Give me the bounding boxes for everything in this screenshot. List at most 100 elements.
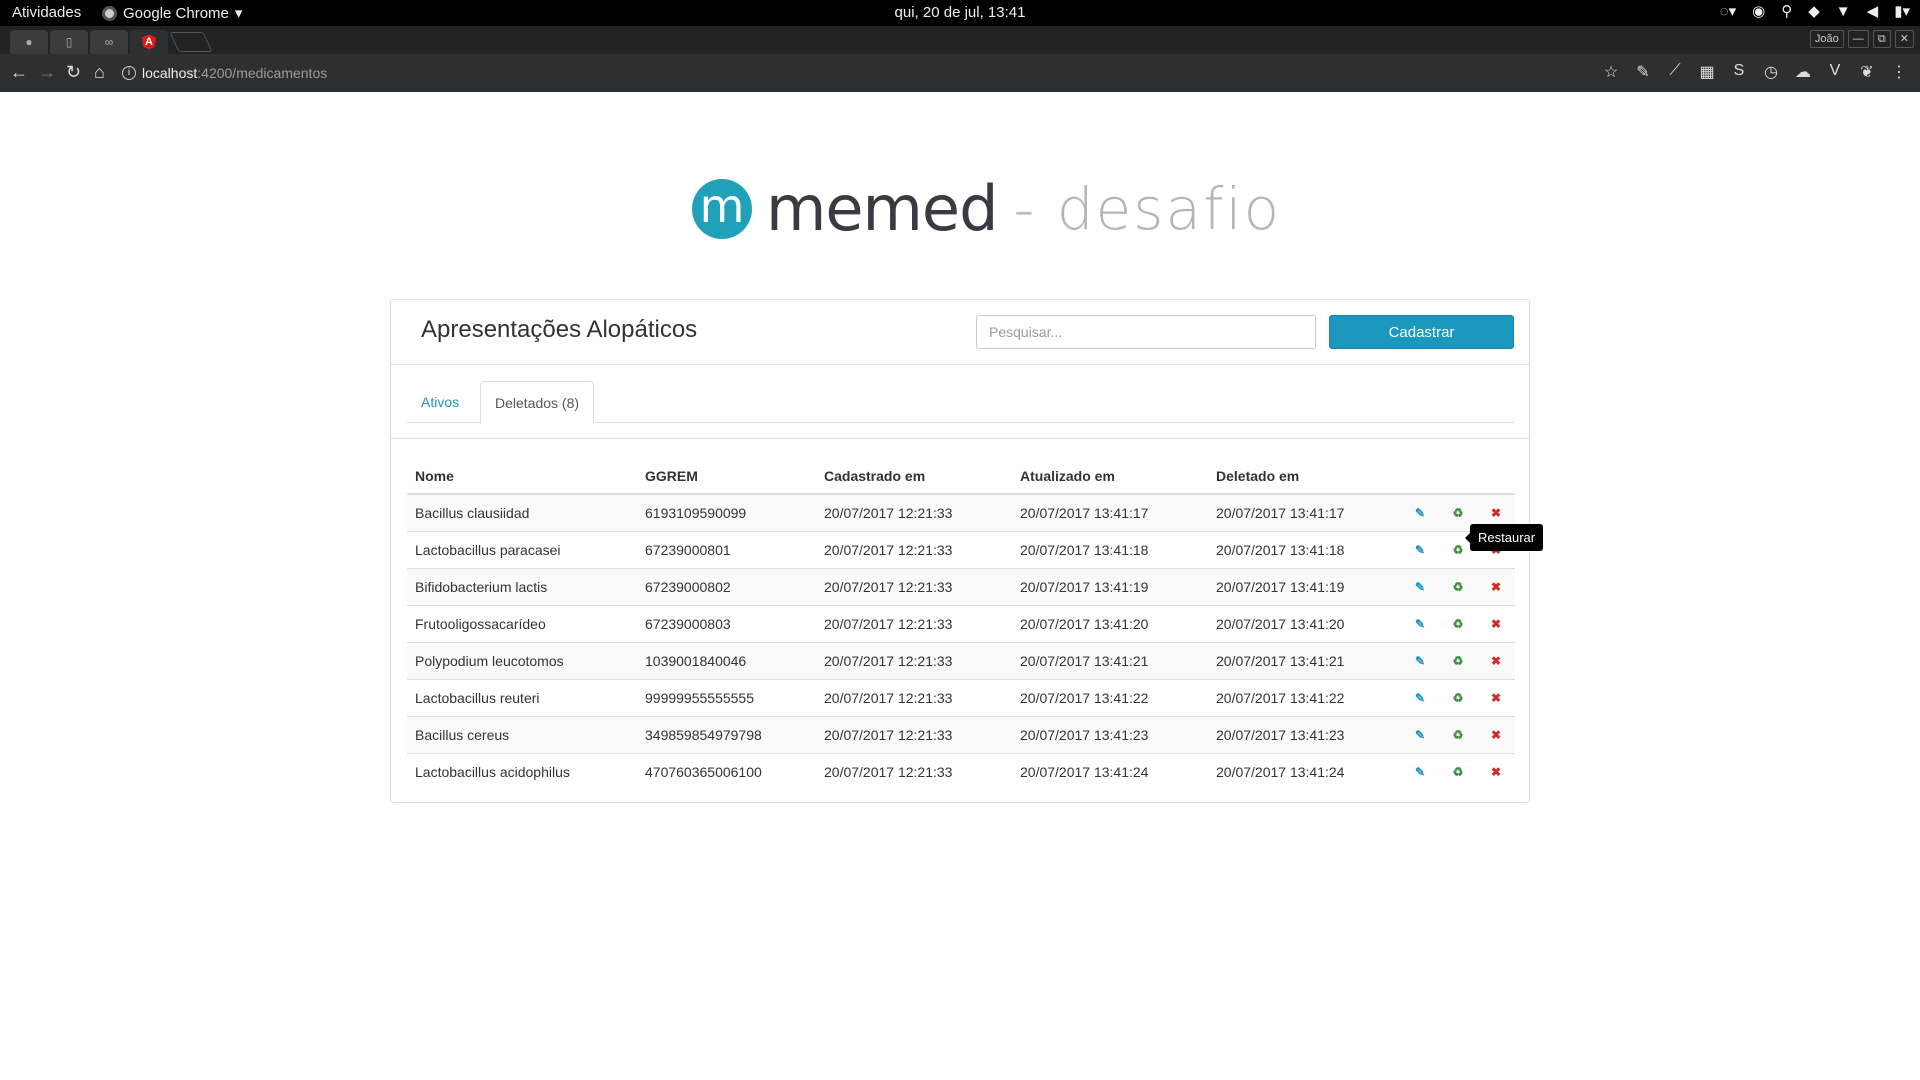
extension-clock-icon[interactable]: ◷ [1762, 62, 1780, 82]
cell-name: Frutooligossacarídeo [407, 604, 637, 642]
restore-action: ♻ [1439, 678, 1477, 716]
url-host: localhost [142, 65, 198, 81]
cell-ggrem: 67239000803 [637, 604, 816, 642]
profile-button[interactable]: João [1809, 30, 1844, 48]
extension-cloud-icon[interactable]: ☁ [1794, 62, 1812, 82]
edit-action: ✎ [1401, 752, 1439, 790]
tab-active[interactable]: Ativos [407, 381, 473, 424]
delete-action: ✖ [1477, 567, 1515, 605]
restore-icon[interactable]: ♻ [1451, 580, 1465, 594]
back-icon[interactable]: ← [10, 62, 28, 83]
edit-icon[interactable]: ✎ [1413, 543, 1427, 557]
delete-icon[interactable]: ✖ [1489, 580, 1503, 594]
chrome-tray-icon[interactable]: ◉ [1752, 2, 1765, 20]
restore-icon[interactable]: ♻ [1451, 691, 1465, 705]
address-bar[interactable]: i localhost:4200/medicamentos [122, 60, 1602, 86]
search-input[interactable] [976, 315, 1316, 349]
edit-action: ✎ [1401, 493, 1439, 531]
table-header-row: Nome GGREM Cadastrado em Atualizado em D… [407, 459, 1515, 495]
edit-icon[interactable]: ✎ [1413, 728, 1427, 742]
cell-deleted: 20/07/2017 13:41:17 [1208, 493, 1401, 531]
os-top-bar: Atividades Google Chrome ▾ qui, 20 de ju… [0, 0, 1920, 26]
github-icon: ● [25, 35, 33, 49]
edit-icon[interactable]: ✎ [1413, 617, 1427, 631]
delete-action: ✖ [1477, 604, 1515, 642]
system-tray[interactable]: ◌▾ ◉ ⚲ ◆ ▼ ◀ ▮▾ [1720, 2, 1910, 21]
medications-panel: Apresentações Alopáticos Cadastrar Ativo… [390, 299, 1530, 803]
restore-icon[interactable]: ♻ [1451, 765, 1465, 779]
table-row: Lactobacillus acidophilus 470760365006100… [407, 752, 1515, 790]
home-icon[interactable]: ⌂ [94, 62, 105, 83]
minimize-button[interactable]: — [1847, 30, 1869, 48]
network-icon[interactable]: ◆ [1808, 2, 1820, 20]
edit-icon[interactable]: ✎ [1413, 506, 1427, 520]
menu-icon[interactable]: ⋮ [1890, 62, 1908, 82]
extension-bar: ☆ ✎ ⟋ ▦ S ◷ ☁ V ❦ ⋮ [1602, 62, 1908, 82]
table-row: Bacillus clausiidad 6193109590099 20/07/20… [407, 493, 1515, 531]
restore-icon[interactable]: ♻ [1451, 728, 1465, 742]
delete-icon[interactable]: ✖ [1489, 506, 1503, 520]
status-tabs: Ativos Deletados (8) [407, 381, 1515, 424]
extension-s-icon[interactable]: S [1730, 62, 1748, 82]
cell-created: 20/07/2017 12:21:33 [816, 604, 1012, 642]
extension-feather-icon[interactable]: ⟋ [1666, 62, 1684, 82]
edit-action: ✎ [1401, 641, 1439, 679]
battery-icon[interactable]: ▮▾ [1894, 2, 1910, 20]
cell-created: 20/07/2017 12:21:33 [816, 567, 1012, 605]
restore-icon[interactable]: ♻ [1451, 617, 1465, 631]
edit-icon[interactable]: ✎ [1413, 691, 1427, 705]
extension-leaf-icon[interactable]: ❦ [1858, 62, 1876, 82]
tab-angular[interactable]: A [130, 30, 168, 54]
tab-deleted[interactable]: Deletados (8) [480, 381, 595, 424]
delete-icon[interactable]: ✖ [1489, 691, 1503, 705]
edit-icon[interactable]: ✎ [1413, 765, 1427, 779]
extension-vue-icon[interactable]: V [1826, 62, 1844, 82]
star-icon[interactable]: ☆ [1602, 62, 1620, 82]
delete-icon[interactable]: ✖ [1489, 765, 1503, 779]
logo-mark: m [692, 178, 752, 239]
cell-updated: 20/07/2017 13:41:18 [1012, 530, 1208, 568]
header-actions [1401, 459, 1515, 495]
register-button[interactable]: Cadastrar [1329, 315, 1514, 349]
extension-qr-icon[interactable]: ▦ [1698, 62, 1716, 82]
info-icon[interactable]: i [122, 66, 136, 80]
restore-icon[interactable]: ♻ [1451, 506, 1465, 520]
cell-ggrem: 349859854979798 [637, 715, 816, 753]
maximize-button[interactable]: ⧉ [1872, 30, 1891, 48]
close-window-button[interactable]: ✕ [1894, 30, 1914, 48]
location-icon[interactable]: ⚲ [1781, 2, 1792, 20]
cell-ggrem: 67239000801 [637, 530, 816, 568]
header-ggrem: GGREM [637, 459, 816, 495]
cell-created: 20/07/2017 12:21:33 [816, 493, 1012, 531]
cell-created: 20/07/2017 12:21:33 [816, 678, 1012, 716]
restore-icon[interactable]: ♻ [1451, 543, 1465, 557]
wifi-icon[interactable]: ▼ [1836, 3, 1851, 20]
delete-icon[interactable]: ✖ [1489, 728, 1503, 742]
cell-name: Polypodium leucotomos [407, 641, 637, 679]
restore-action: ♻ [1439, 604, 1477, 642]
extension-pen-icon[interactable]: ✎ [1634, 62, 1652, 82]
sync-icon[interactable]: ◌▾ [1720, 2, 1736, 20]
forward-icon[interactable]: → [38, 62, 56, 83]
edit-action: ✎ [1401, 530, 1439, 568]
tab-blank[interactable]: ▯ [50, 30, 88, 54]
browser-tab-strip: ● ▯ ∞ A João — ⧉ ✕ [0, 26, 1920, 54]
cell-ggrem: 470760365006100 [637, 752, 816, 790]
url-path: :4200/medicamentos [197, 65, 328, 81]
edit-icon[interactable]: ✎ [1413, 580, 1427, 594]
reload-icon[interactable]: ↻ [66, 62, 81, 83]
tab-github[interactable]: ● [10, 30, 48, 54]
delete-icon[interactable]: ✖ [1489, 654, 1503, 668]
clock[interactable]: qui, 20 de jul, 13:41 [895, 4, 1026, 21]
edit-action: ✎ [1401, 567, 1439, 605]
new-tab-button[interactable] [169, 32, 213, 52]
edit-icon[interactable]: ✎ [1413, 654, 1427, 668]
delete-action: ✖ [1477, 641, 1515, 679]
restore-icon[interactable]: ♻ [1451, 654, 1465, 668]
cell-deleted: 20/07/2017 13:41:20 [1208, 604, 1401, 642]
tab-extension[interactable]: ∞ [90, 30, 128, 54]
delete-icon[interactable]: ✖ [1489, 617, 1503, 631]
header-created: Cadastrado em [816, 459, 1012, 495]
table-row: Frutooligossacarídeo 67239000803 20/07/201… [407, 604, 1515, 642]
volume-icon[interactable]: ◀ [1867, 2, 1879, 20]
